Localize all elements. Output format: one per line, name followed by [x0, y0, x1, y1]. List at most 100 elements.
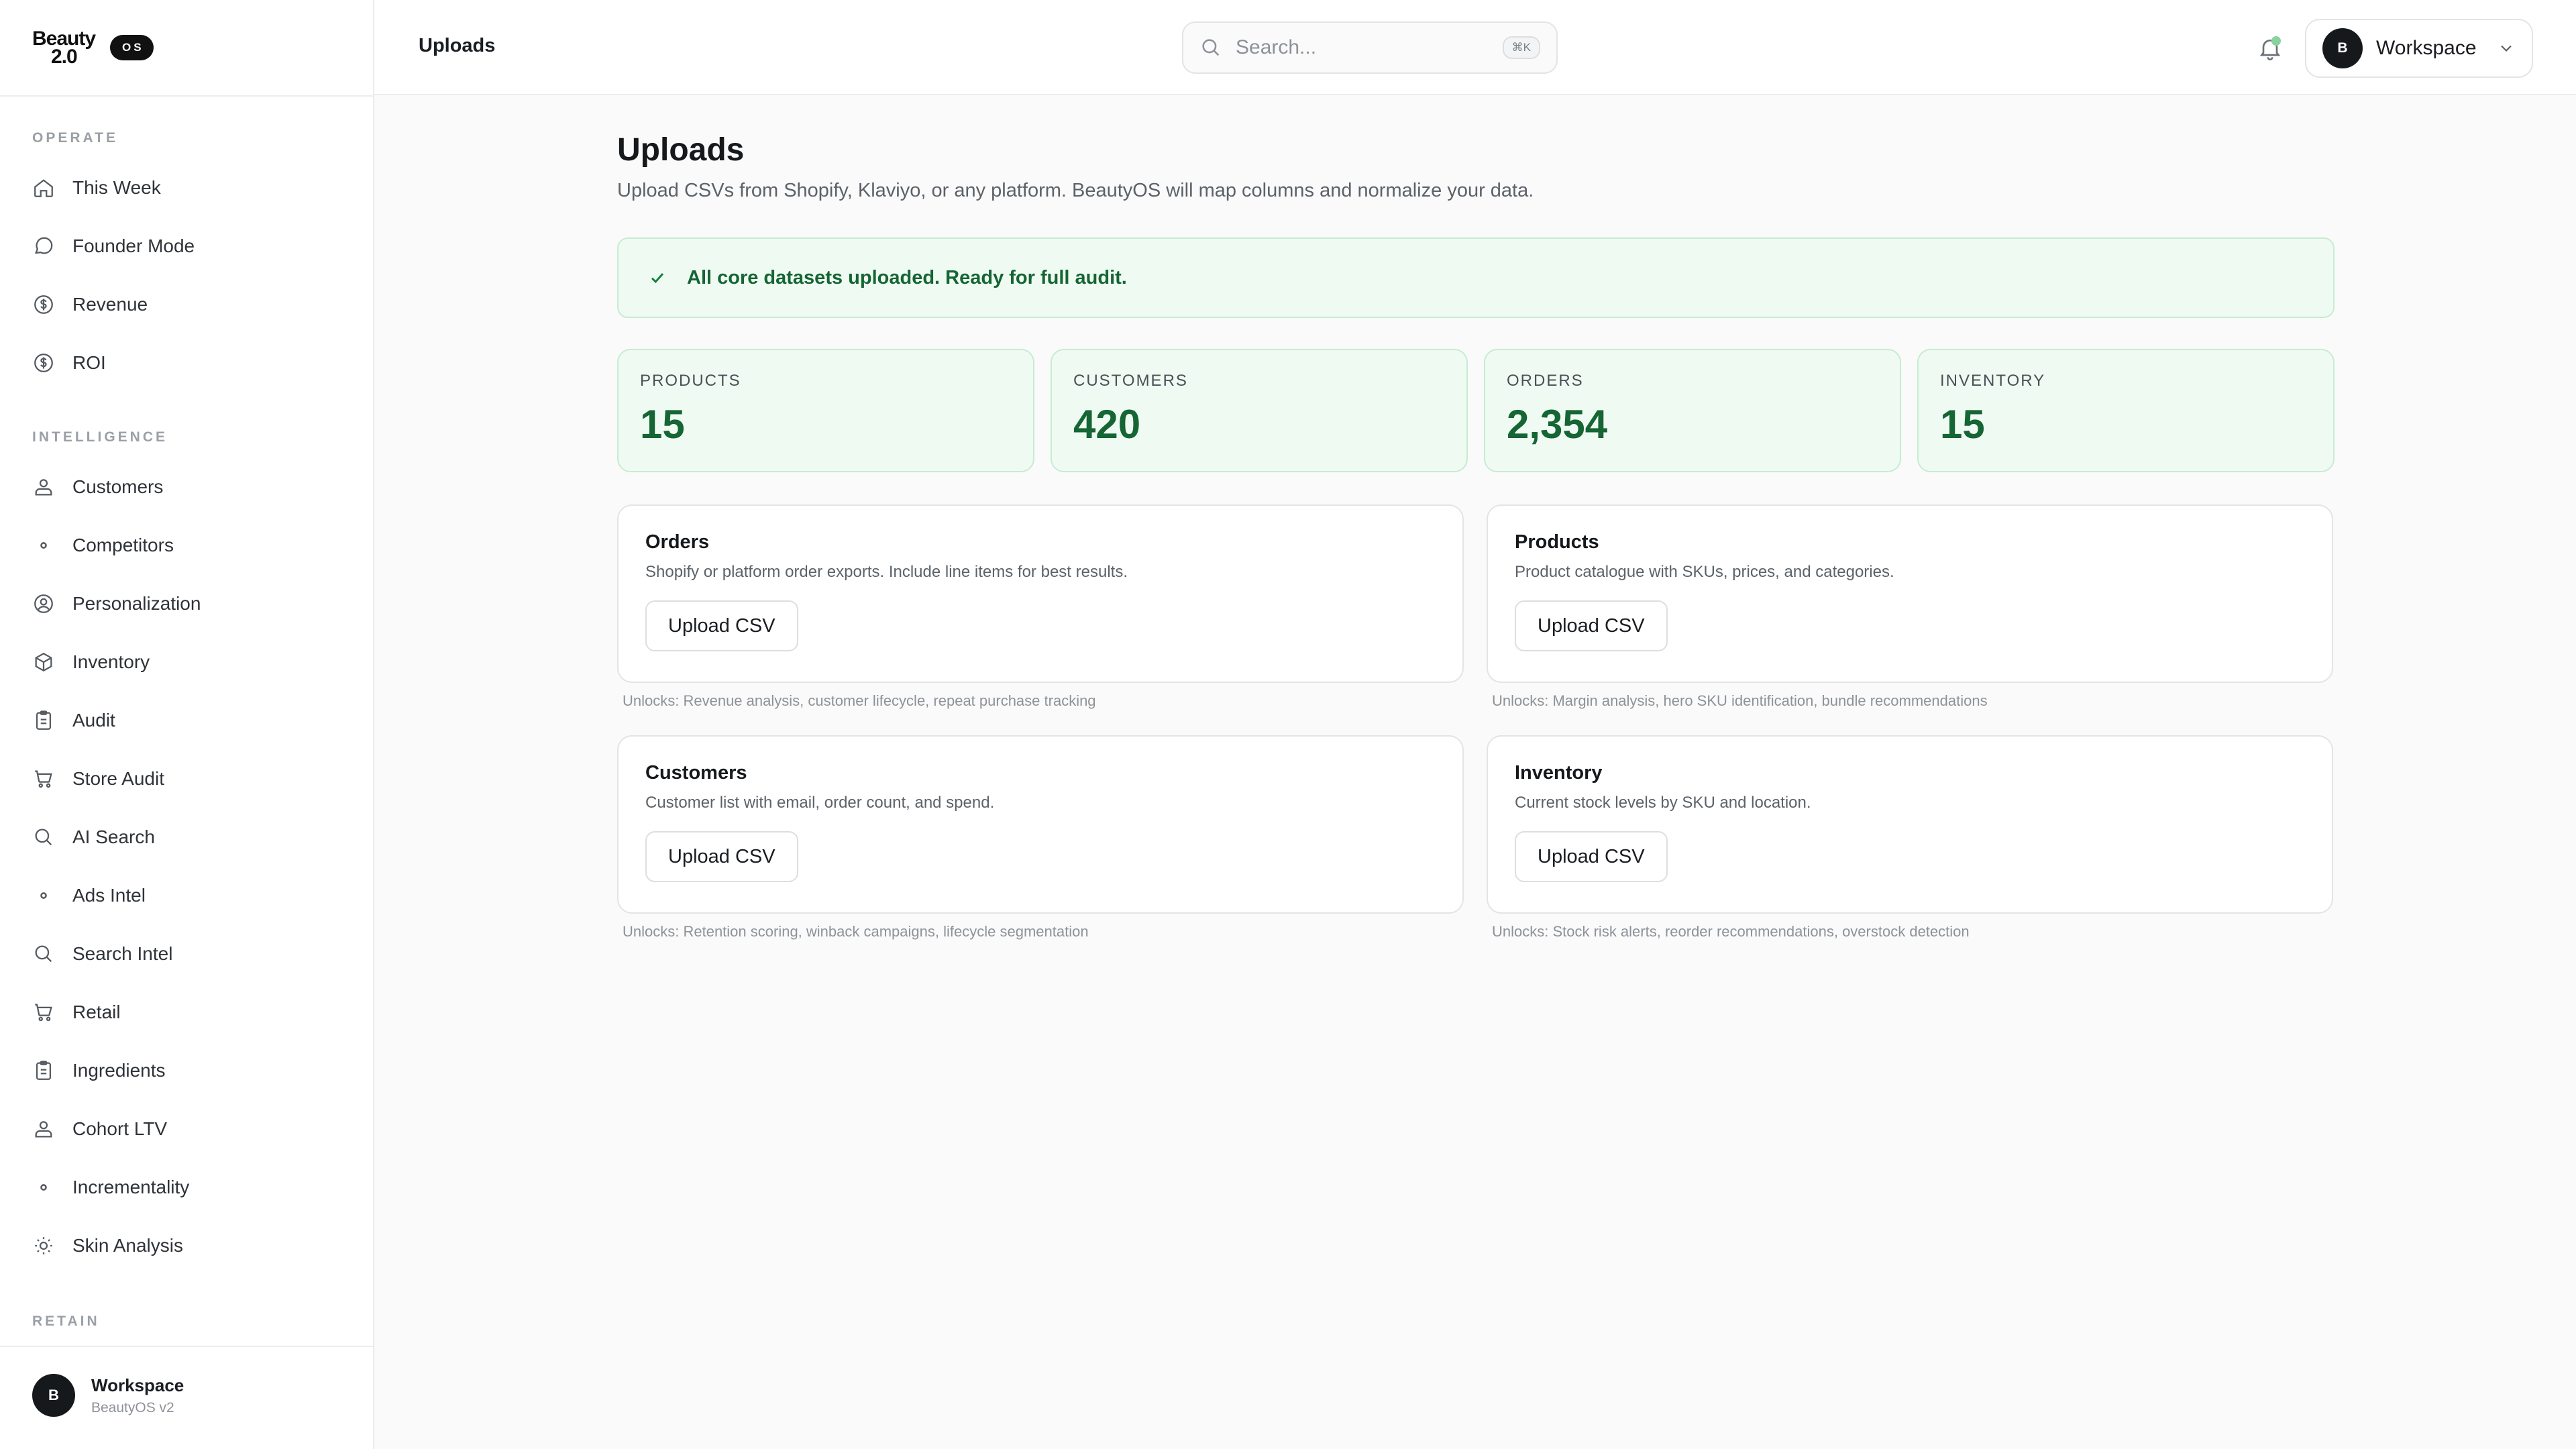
footer-version: BeautyOS v2 — [91, 1399, 174, 1415]
search-icon — [32, 943, 55, 965]
card-title: Inventory — [1515, 762, 1603, 784]
sidebar: Beauty 2.0 OS OPERATE This Week Founder … — [0, 0, 374, 1449]
sidebar-item-label: Ingredients — [72, 1060, 166, 1081]
sidebar-item-personalization[interactable]: Personalization — [32, 584, 354, 624]
section-label-operate: OPERATE — [32, 130, 118, 146]
sidebar-item-label: Cohort LTV — [72, 1118, 168, 1139]
user-circle-icon — [32, 592, 55, 615]
card-title: Products — [1515, 531, 1599, 553]
upload-csv-button-customers[interactable]: Upload CSV — [645, 831, 798, 882]
banner-text: All core datasets uploaded. Ready for fu… — [687, 266, 1127, 288]
sidebar-item-cohort-ltv[interactable]: Cohort LTV — [32, 1109, 354, 1149]
dot-icon — [32, 534, 55, 557]
footer-workspace-name: Workspace — [91, 1375, 184, 1395]
card-description: Current stock levels by SKU and location… — [1515, 794, 1811, 812]
sidebar-item-label: Ads Intel — [72, 885, 146, 906]
sidebar-item-store-audit[interactable]: Store Audit — [32, 759, 354, 799]
section-label-intelligence: INTELLIGENCE — [32, 429, 168, 445]
upload-card-orders: Orders Shopify or platform order exports… — [617, 504, 1464, 683]
message-icon — [32, 235, 55, 258]
sidebar-item-label: Revenue — [72, 294, 148, 315]
home-icon — [32, 176, 55, 199]
sidebar-item-label: Store Audit — [72, 768, 164, 789]
card-description: Shopify or platform order exports. Inclu… — [645, 563, 1128, 581]
avatar: B — [2322, 28, 2363, 68]
stat-value: 15 — [1940, 402, 1985, 447]
app: Beauty 2.0 OS OPERATE This Week Founder … — [0, 0, 2576, 1449]
upload-csv-button-inventory[interactable]: Upload CSV — [1515, 831, 1668, 882]
cart-icon — [32, 1001, 55, 1024]
chevron-down-icon — [2497, 39, 2516, 58]
upload-card-customers: Customers Customer list with email, orde… — [617, 735, 1464, 914]
unlocks-text-inventory: Unlocks: Stock risk alerts, reorder reco… — [1492, 923, 1970, 940]
clipboard-icon — [32, 1059, 55, 1082]
dollar-icon — [32, 352, 55, 374]
sun-icon — [32, 1234, 55, 1257]
card-title: Customers — [645, 762, 747, 784]
card-description: Customer list with email, order count, a… — [645, 794, 995, 812]
avatar: B — [32, 1374, 75, 1417]
stat-label: INVENTORY — [1940, 372, 2046, 390]
dollar-icon — [32, 293, 55, 316]
section-label-retain: RETAIN — [32, 1313, 100, 1329]
sidebar-item-label: Competitors — [72, 535, 174, 555]
sidebar-item-skin-analysis[interactable]: Skin Analysis — [32, 1226, 354, 1266]
upload-csv-button-products[interactable]: Upload CSV — [1515, 600, 1668, 651]
brand[interactable]: Beauty 2.0 OS — [32, 29, 154, 68]
clipboard-icon — [32, 709, 55, 732]
divider — [0, 1346, 373, 1347]
sidebar-item-label: Personalization — [72, 593, 201, 614]
success-banner: All core datasets uploaded. Ready for fu… — [617, 237, 2334, 318]
brand-logo: Beauty 2.0 — [32, 29, 96, 68]
sidebar-item-competitors[interactable]: Competitors — [32, 525, 354, 566]
sidebar-item-audit[interactable]: Audit — [32, 700, 354, 741]
sidebar-item-this-week[interactable]: This Week — [32, 168, 354, 208]
sidebar-item-founder-mode[interactable]: Founder Mode — [32, 226, 354, 266]
dot-icon — [32, 1176, 55, 1199]
divider — [0, 95, 373, 97]
sidebar-item-label: Retail — [72, 1002, 121, 1022]
sidebar-item-label: AI Search — [72, 826, 155, 847]
stat-card-inventory: INVENTORY 15 — [1917, 349, 2334, 472]
header-title: Uploads — [419, 35, 496, 56]
check-icon — [647, 267, 668, 288]
workspace-switcher[interactable]: B Workspace — [2305, 19, 2533, 78]
workspace-label: Workspace — [2376, 37, 2477, 59]
stat-label: PRODUCTS — [640, 372, 741, 390]
sidebar-item-revenue[interactable]: Revenue — [32, 284, 354, 325]
search-box[interactable]: ⌘K — [1182, 21, 1558, 74]
stat-label: ORDERS — [1507, 372, 1584, 390]
box-icon — [32, 651, 55, 674]
search-input[interactable] — [1236, 36, 1503, 59]
sidebar-item-ingredients[interactable]: Ingredients — [32, 1051, 354, 1091]
search-shortcut: ⌘K — [1502, 36, 1540, 59]
sidebar-item-search-intel[interactable]: Search Intel — [32, 934, 354, 974]
sidebar-footer-user[interactable]: B Workspace BeautyOS v2 — [32, 1374, 184, 1417]
sidebar-item-label: This Week — [72, 177, 161, 198]
sidebar-item-label: Inventory — [72, 651, 150, 672]
sidebar-item-roi[interactable]: ROI — [32, 343, 354, 383]
stat-card-products: PRODUCTS 15 — [617, 349, 1034, 472]
search-icon — [1199, 36, 1222, 59]
upload-csv-button-orders[interactable]: Upload CSV — [645, 600, 798, 651]
sidebar-item-inventory[interactable]: Inventory — [32, 642, 354, 682]
stat-card-orders: ORDERS 2,354 — [1484, 349, 1901, 472]
dot-icon — [32, 884, 55, 907]
sidebar-item-label: ROI — [72, 352, 106, 373]
stat-label: CUSTOMERS — [1073, 372, 1188, 390]
sidebar-item-label: Audit — [72, 710, 115, 731]
page-title: Uploads — [617, 132, 745, 168]
sidebar-item-ai-search[interactable]: AI Search — [32, 817, 354, 857]
sidebar-item-ads-intel[interactable]: Ads Intel — [32, 875, 354, 916]
stat-value: 420 — [1073, 402, 1141, 447]
upload-card-inventory: Inventory Current stock levels by SKU an… — [1487, 735, 2333, 914]
brand-line2: 2.0 — [51, 46, 78, 68]
sidebar-item-label: Incrementality — [72, 1177, 190, 1197]
sidebar-item-retail[interactable]: Retail — [32, 992, 354, 1032]
sidebar-item-customers[interactable]: Customers — [32, 467, 354, 507]
card-title: Orders — [645, 531, 710, 553]
sidebar-item-label: Founder Mode — [72, 235, 195, 256]
sidebar-item-incrementality[interactable]: Incrementality — [32, 1167, 354, 1208]
stat-card-customers: CUSTOMERS 420 — [1051, 349, 1468, 472]
users-icon — [32, 476, 55, 498]
